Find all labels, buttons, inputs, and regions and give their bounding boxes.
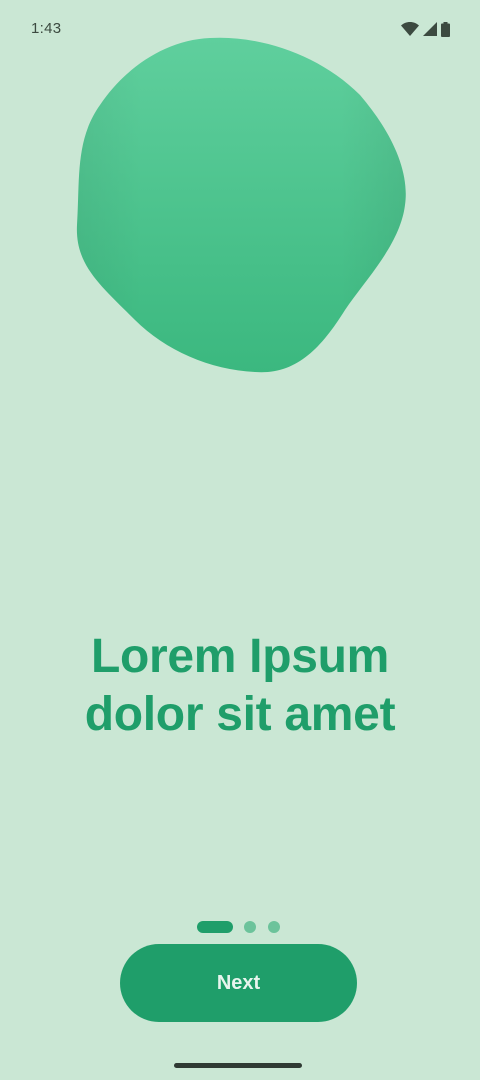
page-indicator-dot — [268, 921, 280, 933]
cellular-signal-icon — [423, 22, 437, 36]
illustration-blob — [76, 37, 406, 373]
onboarding-screen: 1:43 Lorem Ipsum dolor sit amet Next — [0, 0, 480, 1080]
status-time: 1:43 — [31, 20, 62, 37]
headline: Lorem Ipsum dolor sit amet — [0, 628, 480, 744]
headline-line-1: Lorem Ipsum — [90, 630, 390, 683]
page-indicator-dot — [244, 921, 256, 933]
next-button[interactable]: Next — [120, 944, 357, 1022]
headline-line-2: dolor sit amet — [84, 688, 396, 741]
page-indicator-dot-active — [197, 921, 233, 933]
page-indicator — [0, 920, 480, 934]
gesture-navigation-bar[interactable] — [174, 1063, 302, 1068]
battery-icon — [441, 21, 450, 37]
